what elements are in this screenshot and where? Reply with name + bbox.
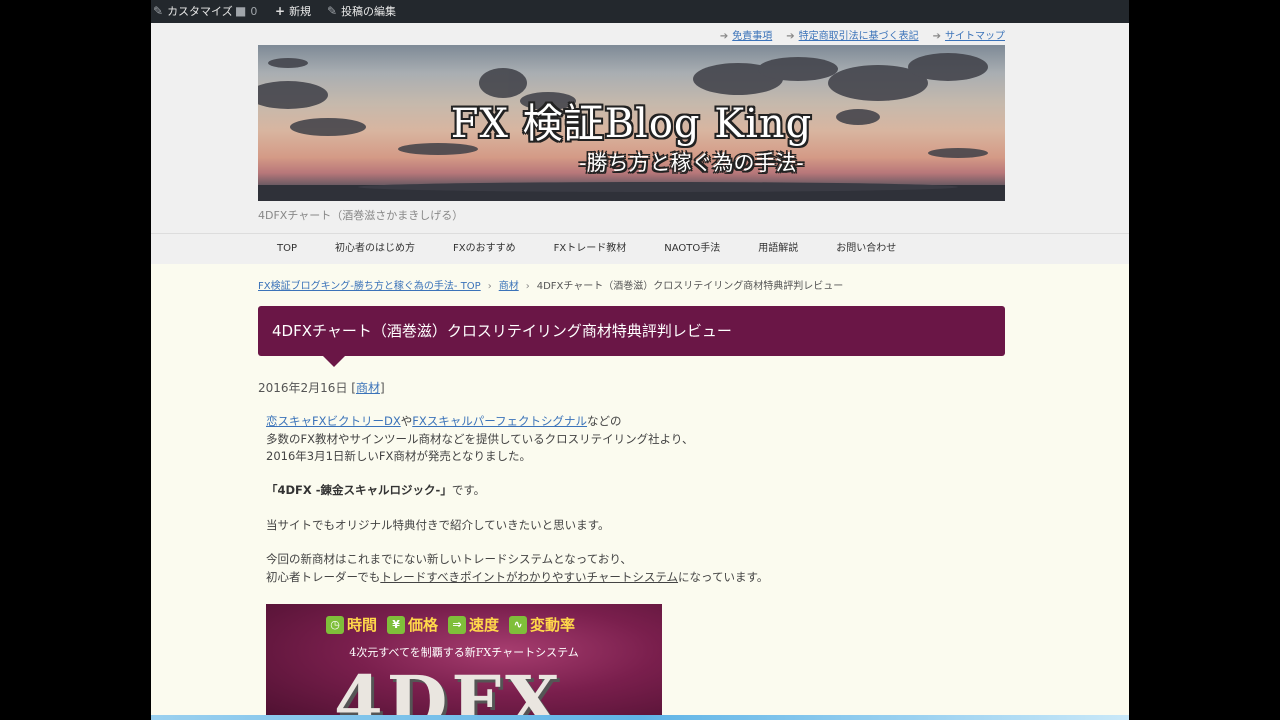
underlined-text: トレードすべきポイントがわかりやすいチャートシステム [380,570,679,584]
product-image[interactable]: ◷ 時間 ¥ 価格 ⇒ 速度 ∿ 変動率 4次元すべてを制覇する新FXチャートシステム … [266,604,662,720]
text: や [400,414,413,428]
post-category-link[interactable]: 商材 [356,381,380,395]
breadcrumb: FX検証ブログキング-勝ち方と稼ぐ為の手法- TOP › 商材 › 4DFXチャート（酒… [258,277,843,292]
main-nav: TOP 初心者のはじめ方 FXのおすすめ FXトレード教材 NAOTO手法 用語… [151,233,1129,265]
banner-title: FX 検証Blog King [450,101,813,147]
top-link-commerce[interactable]: ➔ 特定商取引法に基づく表記 [786,27,918,42]
post-meta: 2016年2月16日 [商材] [258,381,385,395]
arrow-icon: ➔ [932,31,941,42]
para3: 当サイトでもオリジナル特典付きで紹介していきたいと思います。 [266,518,610,532]
pencil-icon: ✎ [327,4,338,18]
product-name: 「4DFX -錬金スキャルロジック-」 [266,483,452,497]
feature-speed: ⇒ 速度 [448,614,499,635]
wave-icon: ∿ [509,615,528,634]
new-button[interactable]: + 新規 [275,0,311,23]
arrow-icon: ➔ [719,31,729,42]
edit-post-label: 投稿の編集 [341,5,397,18]
post-title: 4DFXチャート（酒巻滋）クロスリテイリング商材特典評判レビュー [272,322,732,340]
comments-button[interactable]: ■ 0 [235,0,257,23]
speed-icon: ⇒ [448,615,467,634]
chevron-right-icon: › [487,281,492,292]
para2: 「4DFX -錬金スキャルロジック-」です。 [266,482,485,498]
link-koisuka[interactable]: 恋スキャFXビクトリーDX [266,414,401,428]
banner-subtitle: -勝ち方と稼ぐ為の手法- [579,151,804,175]
text: になっています。 [678,570,769,584]
nav-item-naoto[interactable]: NAOTO手法 [645,234,739,264]
product-tagline: 4次元すべてを制覇する新FXチャートシステム [349,646,579,659]
bottom-strip [151,715,1129,720]
title-pointer [323,356,345,367]
breadcrumb-current: 4DFXチャート（酒巻滋）クロスリテイリング商材特典評判レビュー [536,281,844,292]
clock-icon: ◷ [326,615,344,634]
brush-icon: ✎ [153,4,164,18]
site-header: ➔ 免責事項 ➔ 特定商取引法に基づく表記 ➔ サイトマップ FX 検証Blog… [151,23,1129,233]
text: 初心者トレーダーでも [266,570,381,584]
para1-line2: 多数のFX教材やサインツール商材などを提供しているクロスリテイリング社より、 [266,432,694,446]
para1-line1: 恋スキャFXビクトリーDXやFXスキャルパーフェクトシグナルなどの [266,413,622,429]
para4-line1: 今回の新商材はこれまでにない新しいトレードシステムとなっており、 [266,552,632,566]
breadcrumb-category[interactable]: 商材 [499,281,519,292]
para1-line3: 2016年3月1日新しいFX商材が発売となりました。 [266,449,532,463]
feature-label: 変動率 [530,616,576,634]
yen-icon: ¥ [387,615,406,634]
nav-item-recommend[interactable]: FXのおすすめ [434,234,535,264]
nav-item-contact[interactable]: お問い合わせ [817,234,915,264]
comments-count: 0 [250,5,258,18]
nav-item-materials[interactable]: FXトレード教材 [535,234,646,264]
feature-row: ◷ 時間 ¥ 価格 ⇒ 速度 ∿ 変動率 [326,614,575,635]
text: です。 [451,483,486,497]
feature-label: 速度 [469,616,500,634]
para4-line2: 初心者トレーダーでもトレードすべきポイントがわかりやすいチャートシステムになって… [266,569,768,585]
nav-item-glossary[interactable]: 用語解説 [739,234,817,264]
new-label: 新規 [289,5,312,18]
breadcrumb-home[interactable]: FX検証ブログキング-勝ち方と稼ぐ為の手法- TOP [258,281,481,292]
arrow-icon: ➔ [786,31,795,42]
feature-label: 時間 [347,616,378,634]
text: などの [587,414,622,428]
post-title-box: 4DFXチャート（酒巻滋）クロスリテイリング商材特典評判レビュー [258,306,1005,356]
nav-item-top[interactable]: TOP [258,234,316,264]
post-date: 2016年2月16日 [258,381,348,395]
main-content: FX検証ブログキング-勝ち方と稼ぐ為の手法- TOP › 商材 › 4DFXチャート（酒… [151,264,1129,720]
top-link-label[interactable]: 特定商取引法に基づく表記 [799,31,919,42]
site-tagline: 4DFXチャート（酒巻滋さかまきしげる） [258,209,464,222]
chevron-right-icon: › [525,281,530,292]
feature-volatility: ∿ 変動率 [509,614,575,635]
product-logo: 4DFX [334,660,564,720]
plus-icon: + [275,4,286,18]
header-banner[interactable]: FX 検証Blog King -勝ち方と稼ぐ為の手法- [258,45,1005,201]
feature-label: 価格 [408,616,439,634]
customize-button[interactable]: ✎ カスタマイズ [153,0,233,23]
top-link-sitemap[interactable]: ➔ サイトマップ [933,27,1005,42]
top-links: ➔ 免責事項 ➔ 特定商取引法に基づく表記 ➔ サイトマップ [720,27,1005,42]
comment-icon: ■ [235,4,247,18]
feature-time: ◷ 時間 [326,614,377,635]
link-fx-scalper[interactable]: FXスキャルパーフェクトシグナル [412,414,587,428]
admin-bar: ✎ カスタマイズ ■ 0 + 新規 ✎ 投稿の編集 [151,0,1129,23]
edit-post-button[interactable]: ✎ 投稿の編集 [327,0,396,23]
top-link-disclaimer[interactable]: ➔ 免責事項 [720,27,772,42]
feature-price: ¥ 価格 [387,614,438,635]
customize-label: カスタマイズ [167,5,233,18]
nav-item-beginner[interactable]: 初心者のはじめ方 [316,234,434,264]
top-link-label[interactable]: サイトマップ [945,31,1005,42]
top-link-label[interactable]: 免責事項 [732,31,772,42]
browser-page: ✎ カスタマイズ ■ 0 + 新規 ✎ 投稿の編集 ➔ 免責事項 ➔ 特定商取引法に… [151,0,1129,720]
